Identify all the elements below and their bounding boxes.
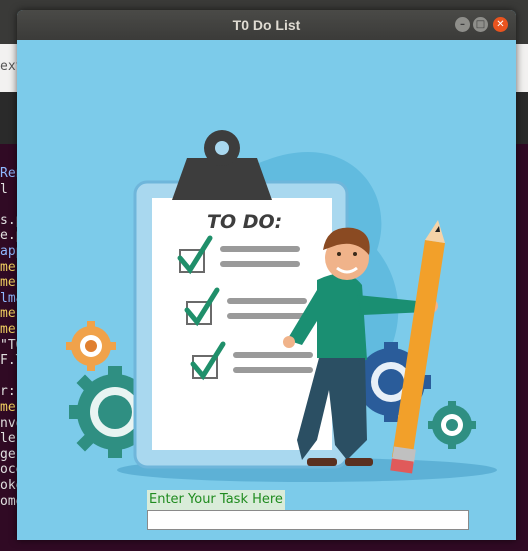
background-code-line: le (0, 431, 16, 447)
todo-heading: TO DO: (207, 211, 282, 233)
background-code-line: r: (0, 384, 16, 400)
maximize-button[interactable]: □ (473, 17, 488, 32)
gear-icon (428, 401, 476, 449)
maximize-icon: □ (475, 19, 486, 30)
gear-icon (66, 321, 116, 371)
minimize-button[interactable]: – (455, 17, 470, 32)
todo-illustration: TO DO: (66, 130, 497, 482)
window-titlebar[interactable]: T0 Do List – □ ✕ (17, 10, 516, 40)
todo-window: T0 Do List – □ ✕ TO DO: Enter Your Task … (17, 10, 516, 540)
window-title: T0 Do List (232, 17, 301, 33)
close-button[interactable]: ✕ (493, 17, 508, 32)
minimize-icon: – (460, 19, 465, 30)
task-input[interactable] (147, 510, 469, 530)
task-label: Enter Your Task Here (147, 490, 285, 510)
background-code-line: l (0, 181, 8, 197)
close-icon: ✕ (496, 19, 505, 30)
